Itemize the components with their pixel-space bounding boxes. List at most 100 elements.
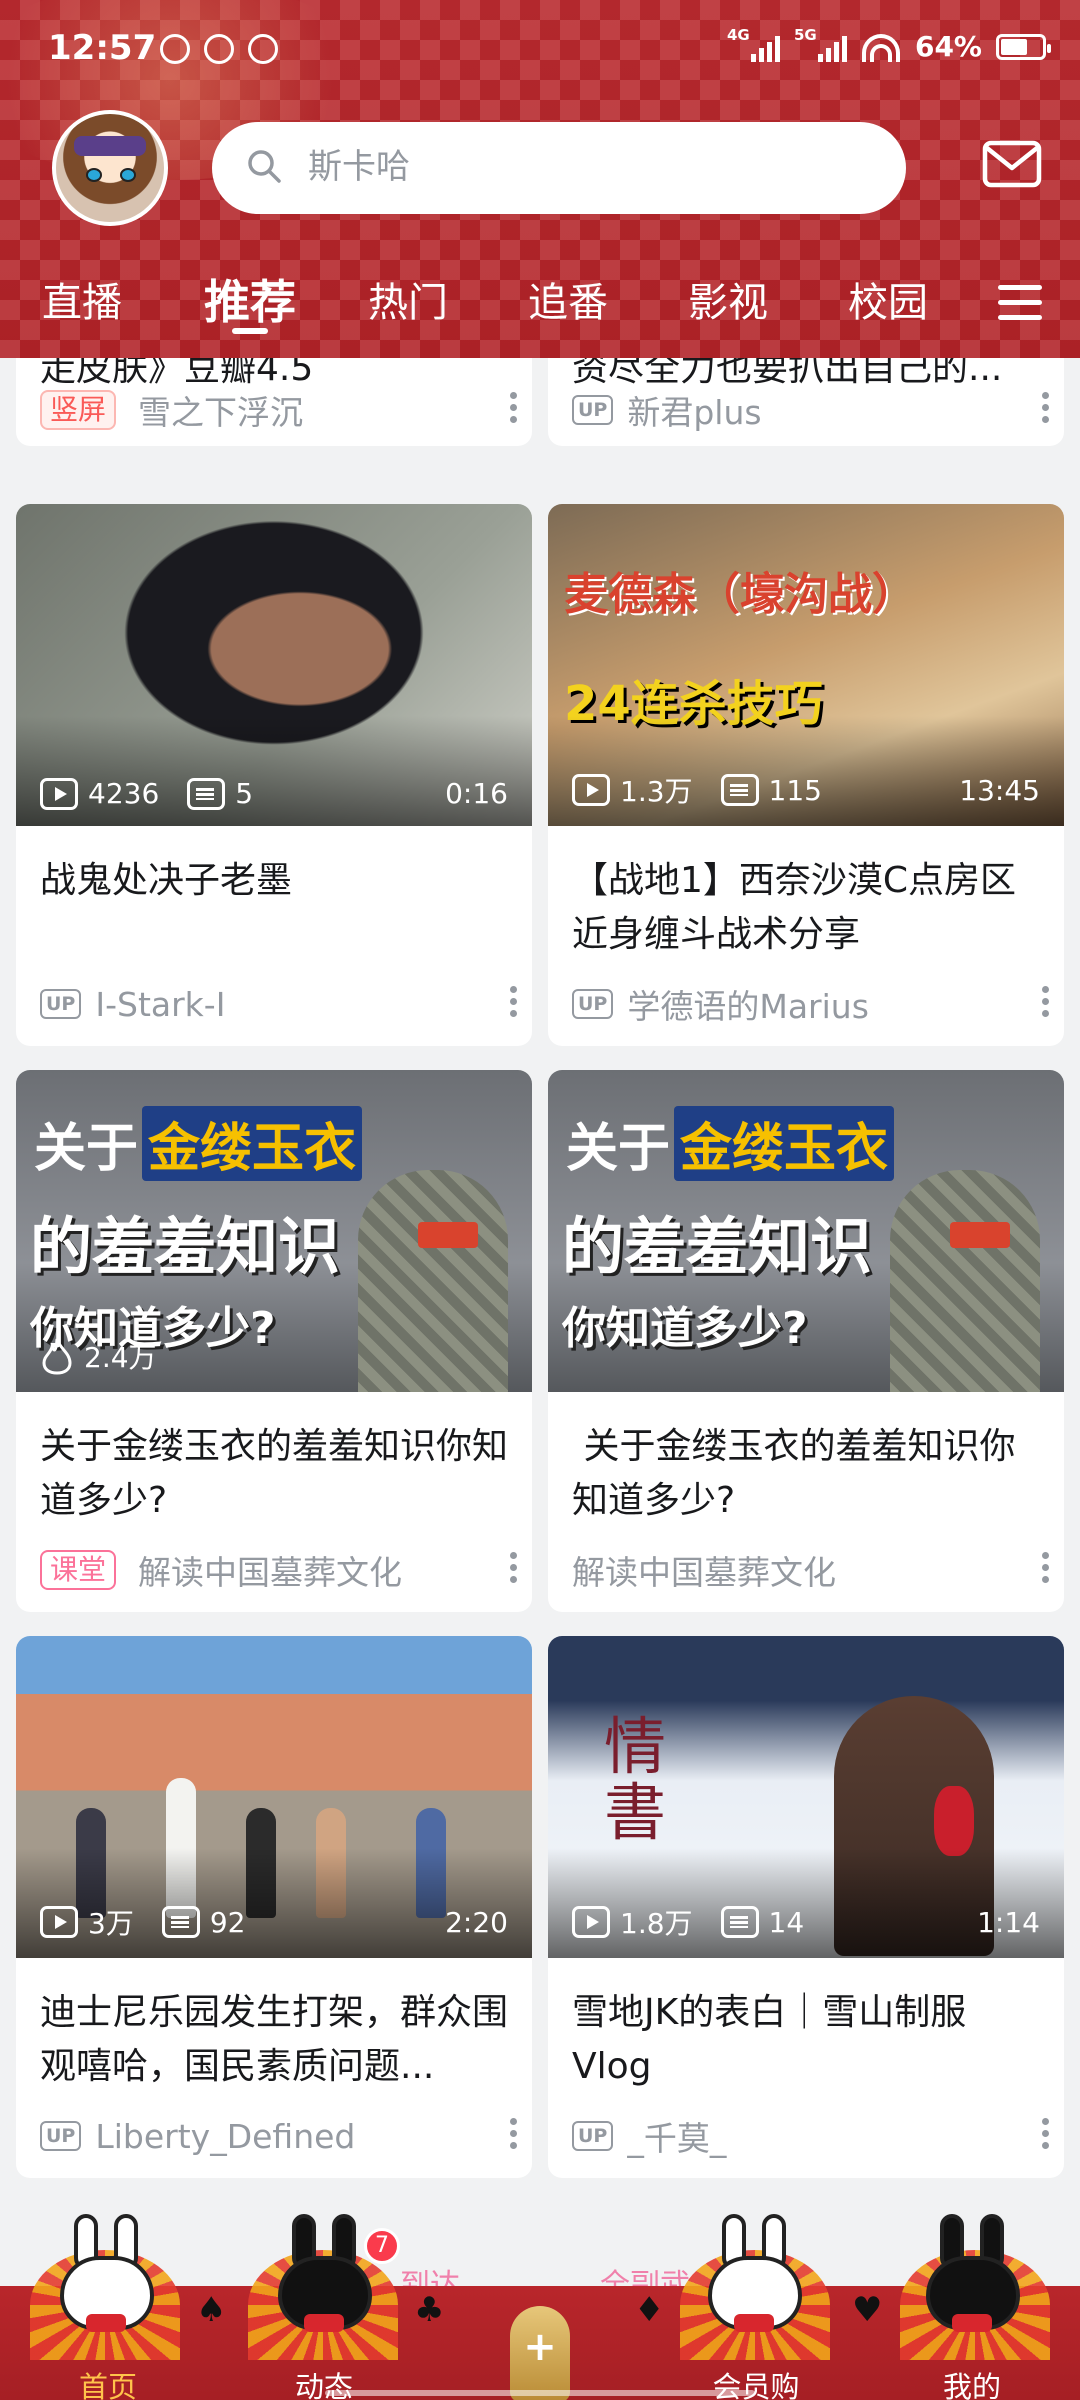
active-tab-indicator bbox=[232, 328, 268, 334]
more-options-icon[interactable] bbox=[508, 2118, 518, 2154]
video-footer: UP _千莫_ bbox=[572, 2116, 1040, 2158]
video-card[interactable]: 4236 5 0:16 战鬼处决子老墨 UP I-Stark-I bbox=[16, 504, 532, 1046]
play-count-icon bbox=[40, 1906, 78, 1938]
tab-live[interactable]: 直播 bbox=[42, 270, 122, 328]
more-options-icon[interactable] bbox=[508, 392, 518, 428]
avatar[interactable] bbox=[52, 110, 168, 226]
author-name[interactable]: 雪之下浮沉 bbox=[138, 386, 303, 434]
up-badge: UP bbox=[572, 2121, 614, 2151]
author-name[interactable]: 解读中国墓葬文化 bbox=[138, 1546, 402, 1594]
club-icon: ♣ bbox=[414, 2290, 445, 2330]
nav-item-home[interactable]: 首页 bbox=[38, 2364, 178, 2400]
notification-icon bbox=[204, 34, 234, 64]
thumbnail-caption: 的羞羞知识 bbox=[30, 1210, 341, 1283]
tab-hot[interactable]: 热门 bbox=[368, 270, 448, 328]
video-card[interactable]: 麦德森（壕沟战） 24连杀技巧 1.3万 115 13:45 【战地1】西奈沙漠… bbox=[548, 504, 1064, 1046]
video-stats: 2.4万 bbox=[40, 1336, 508, 1376]
diamond-icon: ♦ bbox=[634, 2290, 665, 2330]
video-footer: UP 新君plus bbox=[572, 390, 1040, 432]
video-footer: 竖屏 雪之下浮沉 bbox=[40, 390, 508, 432]
tab-menu-icon[interactable] bbox=[998, 285, 1042, 321]
video-card[interactable]: 资尽全力也要扒出自己的... UP 新君plus bbox=[548, 358, 1064, 446]
more-options-icon[interactable] bbox=[1040, 986, 1050, 1022]
video-stats: 4236 5 0:16 bbox=[40, 777, 508, 810]
signal-4g-icon: 4G bbox=[727, 26, 780, 62]
hot-count: 2.4万 bbox=[84, 1341, 157, 1374]
heart-icon: ♥ bbox=[852, 2290, 883, 2330]
dynamic-bunny-icon[interactable] bbox=[270, 2214, 380, 2334]
video-footer: UP I-Stark-I bbox=[40, 984, 508, 1024]
home-bunny-icon[interactable] bbox=[52, 2214, 162, 2334]
signal-5g-icon: 5G bbox=[794, 26, 847, 62]
more-options-icon[interactable] bbox=[1040, 2118, 1050, 2154]
author-name[interactable]: 新君plus bbox=[627, 386, 761, 434]
tab-recommend[interactable]: 推荐 bbox=[204, 266, 296, 332]
more-options-icon[interactable] bbox=[508, 1552, 518, 1588]
up-badge: UP bbox=[572, 395, 614, 425]
view-count: 3万 bbox=[88, 1907, 134, 1940]
nav-item-me[interactable]: 我的 bbox=[902, 2364, 1042, 2400]
video-duration: 2:20 bbox=[445, 1905, 508, 1939]
video-card[interactable]: 关于 金缕玉衣 的羞羞知识 你知道多少? 2.4万 关于金缕玉衣的羞羞知识你知道多… bbox=[16, 1070, 532, 1612]
danmaku-count: 14 bbox=[768, 1905, 805, 1939]
video-thumbnail[interactable]: 3万 92 2:20 bbox=[16, 1636, 532, 1958]
thumbnail-caption: 麦德森（壕沟战） bbox=[564, 569, 916, 620]
view-count: 1.3万 bbox=[620, 775, 693, 808]
course-tag: 课堂 bbox=[40, 1550, 117, 1590]
video-stats: 1.8万 14 1:14 bbox=[572, 1902, 1040, 1942]
more-options-icon[interactable] bbox=[1040, 1552, 1050, 1588]
more-options-icon[interactable] bbox=[1040, 392, 1050, 428]
up-badge: UP bbox=[572, 989, 614, 1019]
notification-badge: 7 bbox=[364, 2228, 400, 2264]
video-title: 【战地1】西奈沙漠C点房区近身缠斗战术分享 bbox=[572, 860, 1017, 955]
tab-campus[interactable]: 校园 bbox=[848, 270, 928, 328]
more-options-icon[interactable] bbox=[508, 986, 518, 1022]
video-card[interactable]: 3万 92 2:20 迪士尼乐园发生打架，群众围观嘻哈，国民素质问题... UP… bbox=[16, 1636, 532, 2178]
tab-anime[interactable]: 追番 bbox=[528, 270, 608, 328]
thumbnail-caption: 情 書 bbox=[604, 1710, 667, 1849]
thumbnail-figure bbox=[890, 1170, 1040, 1392]
search-bar[interactable] bbox=[212, 122, 906, 214]
view-count: 1.8万 bbox=[620, 1907, 693, 1940]
shop-bunny-icon[interactable] bbox=[700, 2214, 810, 2334]
thumbnail-caption: 关于 金缕玉衣 bbox=[34, 1106, 363, 1181]
tab-movies[interactable]: 影视 bbox=[688, 270, 768, 328]
video-thumbnail[interactable]: 4236 5 0:16 bbox=[16, 504, 532, 826]
author-name[interactable]: 解读中国墓葬文化 bbox=[572, 1546, 836, 1594]
video-title: 战鬼处决子老墨 bbox=[40, 860, 293, 901]
play-count-icon bbox=[572, 774, 610, 806]
mail-icon[interactable] bbox=[982, 140, 1042, 188]
thumbnail-caption: 的羞羞知识 bbox=[562, 1210, 873, 1283]
search-input[interactable] bbox=[308, 142, 868, 192]
author-name[interactable]: I-Stark-I bbox=[95, 985, 225, 1024]
thumbnail-caption: 你知道多少? bbox=[562, 1303, 808, 1354]
video-stats: 1.3万 115 13:45 bbox=[572, 770, 1040, 810]
video-footer: UP 学德语的Marius bbox=[572, 984, 1040, 1026]
notification-icon bbox=[160, 34, 190, 64]
video-title: 迪士尼乐园发生打架，群众围观嘻哈，国民素质问题... bbox=[40, 1992, 508, 2087]
author-name[interactable]: 学德语的Marius bbox=[627, 980, 869, 1028]
video-duration: 13:45 bbox=[959, 773, 1040, 807]
status-indicators: 4G 5G 64% bbox=[727, 26, 1051, 63]
up-badge: UP bbox=[40, 2121, 82, 2151]
spade-icon: ♠ bbox=[196, 2290, 227, 2330]
video-card[interactable]: 关于 金缕玉衣 的羞羞知识 你知道多少? 关于金缕玉衣的羞羞知识你知道多少? 解读… bbox=[548, 1070, 1064, 1612]
video-duration: 1:14 bbox=[977, 1905, 1040, 1939]
wifi-icon bbox=[861, 32, 901, 62]
author-name[interactable]: _千莫_ bbox=[627, 2112, 726, 2160]
video-title: 雪地JK的表白｜雪山制服Vlog bbox=[572, 1992, 967, 2087]
notification-icon bbox=[248, 34, 278, 64]
video-thumbnail[interactable]: 关于 金缕玉衣 的羞羞知识 你知道多少? bbox=[548, 1070, 1064, 1392]
video-thumbnail[interactable]: 关于 金缕玉衣 的羞羞知识 你知道多少? 2.4万 bbox=[16, 1070, 532, 1392]
danmaku-count: 115 bbox=[768, 773, 822, 807]
profile-bunny-icon[interactable] bbox=[918, 2214, 1028, 2334]
video-thumbnail[interactable]: 麦德森（壕沟战） 24连杀技巧 1.3万 115 13:45 bbox=[548, 504, 1064, 826]
video-stats: 3万 92 2:20 bbox=[40, 1902, 508, 1942]
author-name[interactable]: Liberty_Defined bbox=[95, 2117, 355, 2156]
status-bar: 12:57 4G 5G 64% bbox=[0, 0, 1080, 100]
home-indicator[interactable] bbox=[325, 2390, 755, 2396]
video-card[interactable]: 情 書 1.8万 14 1:14 雪地JK的表白｜雪山制服Vlog UP _千莫… bbox=[548, 1636, 1064, 2178]
video-thumbnail[interactable]: 情 書 1.8万 14 1:14 bbox=[548, 1636, 1064, 1958]
publish-button[interactable]: + bbox=[510, 2306, 570, 2400]
video-card[interactable]: 走皮肤》豆瓣4.5 竖屏 雪之下浮沉 bbox=[16, 358, 532, 446]
